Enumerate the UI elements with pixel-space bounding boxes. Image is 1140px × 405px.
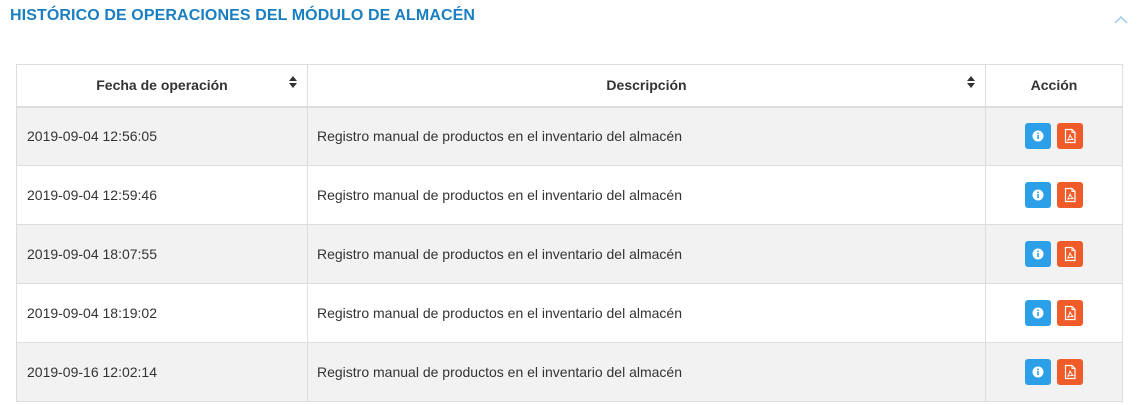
- column-header-label: Descripción: [606, 77, 687, 94]
- column-header-accion: Acción: [985, 64, 1123, 108]
- cell-descripcion: Registro manual de productos en el inven…: [307, 342, 986, 402]
- cell-fecha: 2019-09-04 12:56:05: [16, 106, 308, 166]
- pdf-button[interactable]: [1056, 359, 1083, 385]
- sort-icon[interactable]: [967, 75, 975, 89]
- cell-accion: [985, 165, 1123, 225]
- file-pdf-icon: [1064, 246, 1076, 262]
- info-circle-icon: [1032, 130, 1044, 142]
- column-header-descripcion[interactable]: Descripción: [307, 64, 986, 108]
- info-circle-icon: [1032, 189, 1044, 201]
- info-button[interactable]: [1025, 123, 1052, 150]
- cell-accion: [985, 342, 1123, 402]
- cell-fecha: 2019-09-16 12:02:14: [16, 342, 308, 402]
- file-pdf-icon: [1064, 364, 1076, 380]
- table-row: 2019-09-04 12:56:05 Registro manual de p…: [16, 106, 1123, 166]
- table-row: 2019-09-04 18:07:55 Registro manual de p…: [16, 224, 1123, 284]
- info-button[interactable]: [1025, 359, 1052, 385]
- cell-fecha: 2019-09-04 18:19:02: [16, 283, 308, 343]
- pdf-button[interactable]: [1056, 182, 1083, 208]
- column-header-fecha[interactable]: Fecha de operación: [16, 64, 308, 108]
- info-button[interactable]: [1025, 241, 1052, 267]
- panel-title: HISTÓRICO DE OPERACIONES DEL MÓDULO DE A…: [10, 7, 476, 24]
- cell-fecha: 2019-09-04 18:07:55: [16, 224, 308, 284]
- cell-accion: [985, 106, 1123, 166]
- table-row: 2019-09-04 18:19:02 Registro manual de p…: [16, 283, 1123, 343]
- table-body: 2019-09-04 12:56:05 Registro manual de p…: [16, 106, 1123, 402]
- cell-accion: [985, 224, 1123, 284]
- operations-table: Fecha de operación Descripción Acción 20…: [16, 64, 1123, 402]
- table-header-row: Fecha de operación Descripción Acción: [16, 64, 1123, 108]
- info-circle-icon: [1032, 248, 1044, 260]
- pdf-button[interactable]: [1056, 241, 1083, 267]
- cell-fecha: 2019-09-04 12:59:46: [16, 165, 308, 225]
- table-row: 2019-09-04 12:59:46 Registro manual de p…: [16, 165, 1123, 225]
- pdf-button[interactable]: [1056, 300, 1083, 326]
- cell-accion: [985, 283, 1123, 343]
- chevron-up-icon[interactable]: [1114, 12, 1128, 24]
- panel-header: HISTÓRICO DE OPERACIONES DEL MÓDULO DE A…: [0, 0, 1140, 34]
- operations-table-container: Fecha de operación Descripción Acción 20…: [16, 64, 1123, 402]
- cell-descripcion: Registro manual de productos en el inven…: [307, 106, 986, 166]
- sort-icon[interactable]: [289, 75, 297, 89]
- file-pdf-icon: [1064, 305, 1076, 321]
- info-button[interactable]: [1025, 300, 1052, 326]
- cell-descripcion: Registro manual de productos en el inven…: [307, 165, 986, 225]
- column-header-label: Acción: [1030, 77, 1078, 94]
- column-header-label: Fecha de operación: [96, 77, 228, 94]
- file-pdf-icon: [1064, 187, 1076, 203]
- file-pdf-icon: [1064, 129, 1076, 144]
- table-row: 2019-09-16 12:02:14 Registro manual de p…: [16, 342, 1123, 402]
- cell-descripcion: Registro manual de productos en el inven…: [307, 224, 986, 284]
- info-circle-icon: [1032, 366, 1044, 378]
- pdf-button[interactable]: [1056, 123, 1083, 150]
- info-circle-icon: [1032, 307, 1044, 319]
- info-button[interactable]: [1025, 182, 1052, 208]
- cell-descripcion: Registro manual de productos en el inven…: [307, 283, 986, 343]
